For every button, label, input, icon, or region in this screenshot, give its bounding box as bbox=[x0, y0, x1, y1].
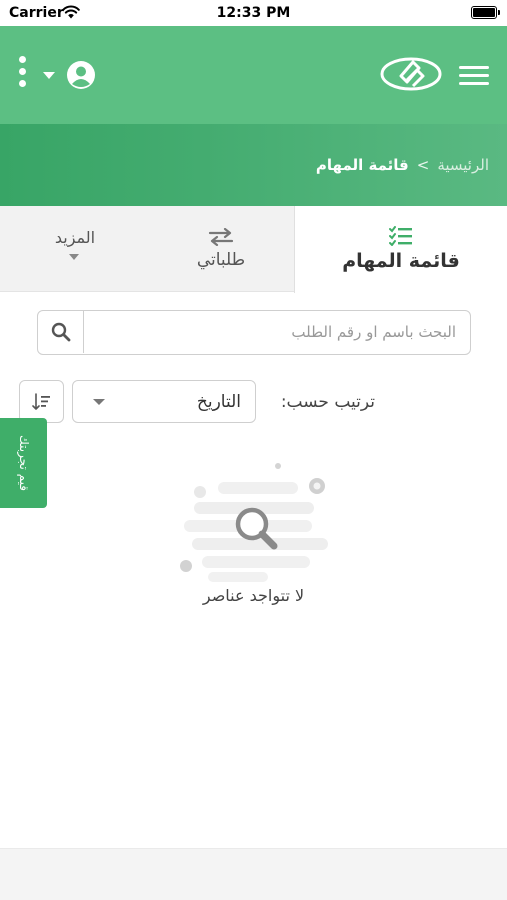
search-box bbox=[37, 310, 471, 355]
app-header bbox=[0, 26, 507, 124]
tab-more-label: المزيد bbox=[54, 228, 96, 247]
breadcrumb-band: الرئيسية > قائمة المهام bbox=[0, 124, 507, 206]
sort-order-icon bbox=[32, 393, 50, 410]
status-bar: Carrier 12:33 PM bbox=[0, 0, 507, 26]
app-logo bbox=[380, 57, 442, 91]
swap-arrows-icon bbox=[208, 228, 234, 246]
tab-more[interactable]: المزيد bbox=[0, 206, 150, 292]
chevron-down-icon bbox=[93, 399, 105, 405]
sort-select[interactable]: التاريخ bbox=[72, 380, 256, 423]
feedback-label: قيم تجربتك bbox=[16, 435, 31, 491]
breadcrumb: الرئيسية > قائمة المهام bbox=[316, 156, 489, 174]
tab-task-list[interactable]: قائمة المهام bbox=[294, 206, 507, 293]
search-button[interactable] bbox=[38, 311, 84, 353]
caret-down-icon bbox=[69, 254, 79, 260]
more-vertical-icon[interactable] bbox=[16, 56, 28, 96]
tab-bar: قائمة المهام طلباتي المزيد bbox=[0, 206, 507, 293]
tab-task-list-label: قائمة المهام bbox=[342, 250, 460, 272]
feedback-tab[interactable]: قيم تجربتك bbox=[0, 418, 47, 508]
breadcrumb-separator: > bbox=[416, 156, 430, 174]
clock: 12:33 PM bbox=[216, 5, 291, 21]
tab-my-requests-label: طلباتي bbox=[196, 250, 246, 270]
caret-down-icon[interactable] bbox=[43, 72, 55, 79]
search-input[interactable] bbox=[84, 311, 470, 353]
search-icon bbox=[51, 322, 71, 342]
sort-order-button[interactable] bbox=[19, 380, 64, 423]
empty-state-message: لا تتواجد عناصر bbox=[202, 586, 305, 605]
magnifier-icon bbox=[180, 463, 328, 582]
bottom-bar bbox=[0, 848, 507, 900]
breadcrumb-current: قائمة المهام bbox=[315, 156, 409, 174]
sort-select-value: التاريخ bbox=[196, 392, 241, 412]
task-list-icon bbox=[389, 226, 412, 246]
breadcrumb-home[interactable]: الرئيسية bbox=[437, 156, 489, 174]
user-circle-icon[interactable] bbox=[66, 60, 96, 90]
tab-my-requests[interactable]: طلباتي bbox=[150, 206, 292, 292]
battery-icon bbox=[471, 6, 500, 19]
sort-label: ترتيب حسب: bbox=[280, 392, 375, 412]
hamburger-icon[interactable] bbox=[459, 66, 489, 86]
